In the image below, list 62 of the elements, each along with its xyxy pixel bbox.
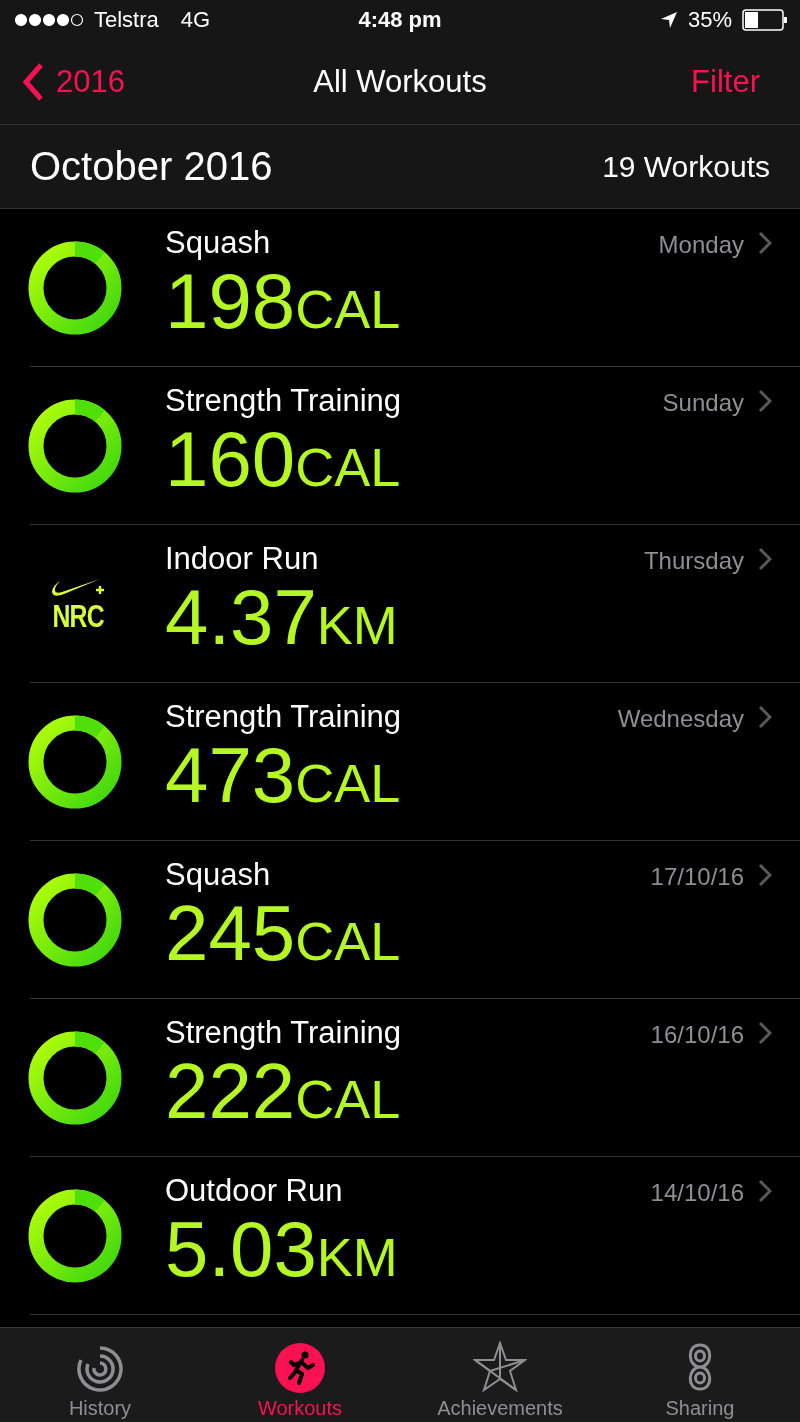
back-chevron-icon[interactable] xyxy=(22,62,44,102)
workout-date: Sunday xyxy=(662,389,744,417)
workout-name: Strength Training xyxy=(165,699,403,735)
filter-button[interactable]: Filter xyxy=(691,64,760,100)
workout-unit: CAL xyxy=(295,1068,401,1131)
chevron-icon[interactable] xyxy=(758,547,772,571)
app-logo-text: NRC xyxy=(52,600,104,632)
carrier-name: Telstra xyxy=(94,7,159,33)
workout-date: 17/10/16 xyxy=(650,863,744,891)
workout-value: 198 xyxy=(165,261,296,341)
workout-date: Wednesday xyxy=(617,705,744,733)
workout-unit: CAL xyxy=(295,910,401,973)
activity-ring-icon xyxy=(28,1189,122,1283)
workout-date: 16/10/16 xyxy=(650,1021,744,1049)
chevron-icon[interactable] xyxy=(758,705,772,729)
status-time: 4:48 pm xyxy=(358,7,442,32)
rings-icon xyxy=(76,1345,124,1393)
workout-name: Squash xyxy=(165,225,272,261)
workout-unit: KM xyxy=(316,1226,398,1289)
workout-name: Strength Training xyxy=(165,1015,403,1051)
back-button[interactable]: 2016 xyxy=(22,62,125,102)
workout-date: 14/10/16 xyxy=(650,1179,744,1207)
tab-item[interactable]: History xyxy=(0,1328,200,1422)
workout-value: 5.03 xyxy=(165,1209,317,1289)
workout-unit: KM xyxy=(316,594,398,657)
workout-unit: CAL xyxy=(295,752,401,815)
workout-value: 4.37 xyxy=(165,577,317,657)
tab-item[interactable]: Achievements xyxy=(400,1328,600,1422)
workout-value: 222 xyxy=(165,1051,296,1131)
chevron-icon[interactable] xyxy=(758,389,772,413)
activity-ring-icon xyxy=(28,399,122,493)
workout-unit: CAL xyxy=(295,436,401,499)
workout-name: Strength Training xyxy=(165,383,403,419)
workout-count: 19 Workouts xyxy=(602,149,770,184)
tab-item[interactable]: Sharing xyxy=(600,1328,800,1422)
activity-ring-icon xyxy=(28,1031,122,1125)
workout-name: Indoor Run xyxy=(165,541,320,577)
workout-value: 160 xyxy=(165,419,296,499)
workout-name: Squash xyxy=(165,857,272,893)
runner-icon xyxy=(275,1343,325,1393)
activity-ring-icon xyxy=(28,715,122,809)
battery-percent: 35% xyxy=(687,7,732,33)
activity-ring-icon xyxy=(28,873,122,967)
nav-title: All Workouts xyxy=(313,64,487,99)
tab-item[interactable]: Workouts xyxy=(200,1328,400,1422)
workout-name: Outdoor Run xyxy=(165,1173,344,1209)
battery-icon xyxy=(742,9,788,31)
section-title: October 2016 xyxy=(30,144,273,189)
chevron-icon[interactable] xyxy=(758,1179,772,1203)
network-type: 4G xyxy=(180,7,211,33)
location-arrow-icon xyxy=(659,11,678,29)
workout-date: Monday xyxy=(658,231,744,259)
workout-unit: CAL xyxy=(295,278,401,341)
workout-value: 245 xyxy=(165,893,296,973)
chevron-icon[interactable] xyxy=(758,1021,772,1045)
workout-date: Thursday xyxy=(643,547,744,575)
star-icon xyxy=(473,1341,527,1393)
chevron-icon[interactable] xyxy=(758,863,772,887)
activity-ring-icon xyxy=(28,241,122,335)
workout-value: 473 xyxy=(165,735,296,815)
chevron-icon[interactable] xyxy=(758,231,772,255)
signal-icon xyxy=(14,13,84,27)
